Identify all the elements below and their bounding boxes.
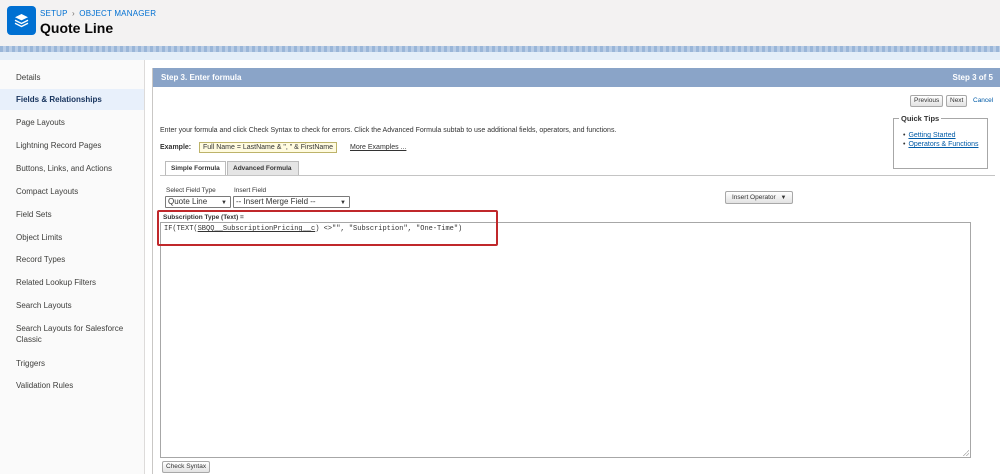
sidebar-item-record-types[interactable]: Record Types <box>0 254 144 265</box>
formula-editor-panel: Step 3. Enter formula Step 3 of 5 Previo… <box>152 68 1000 474</box>
example-value: Full Name = LastName & ", " & FirstName <box>199 142 338 153</box>
insert-operator-label: Insert Operator <box>732 194 776 201</box>
sidebar-item-buttons-links-actions[interactable]: Buttons, Links, and Actions <box>0 163 144 174</box>
sidebar-item-triggers[interactable]: Triggers <box>0 358 144 369</box>
getting-started-link[interactable]: Getting Started <box>903 132 978 139</box>
annotation-highlight-box <box>157 210 498 246</box>
tab-simple-formula[interactable]: Simple Formula <box>165 161 226 175</box>
sidebar-item-related-lookup-filters[interactable]: Related Lookup Filters <box>0 277 144 288</box>
sidebar-item-fields-relationships[interactable]: Fields & Relationships <box>0 89 144 110</box>
breadcrumb: SETUP › OBJECT MANAGER <box>40 9 156 18</box>
object-manager-sidebar: Details Fields & Relationships Page Layo… <box>0 60 145 474</box>
sidebar-item-details[interactable]: Details <box>0 72 144 83</box>
tab-advanced-formula[interactable]: Advanced Formula <box>227 161 299 175</box>
operators-functions-link[interactable]: Operators & Functions <box>903 141 978 148</box>
select-field-type-label: Select Field Type <box>166 187 216 194</box>
sidebar-item-object-limits[interactable]: Object Limits <box>0 232 144 243</box>
check-syntax-button[interactable]: Check Syntax <box>162 461 211 473</box>
step-bar: Step 3. Enter formula Step 3 of 5 <box>153 68 1000 87</box>
resize-handle[interactable] <box>963 450 969 456</box>
breadcrumb-object-manager-link[interactable]: OBJECT MANAGER <box>79 9 156 18</box>
header-band <box>0 52 1000 60</box>
breadcrumb-setup-link[interactable]: SETUP <box>40 9 68 18</box>
quick-tips-box: Quick Tips Getting Started Operators & F… <box>893 114 988 169</box>
sidebar-item-search-layouts[interactable]: Search Layouts <box>0 300 144 311</box>
insert-merge-field-value: -- Insert Merge Field -- <box>236 197 316 206</box>
step-counter: Step 3 of 5 <box>952 73 993 82</box>
instructions-text: Enter your formula and click Check Synta… <box>160 127 617 134</box>
sidebar-item-field-sets[interactable]: Field Sets <box>0 209 144 220</box>
previous-button[interactable]: Previous <box>910 95 944 107</box>
sidebar-item-page-layouts[interactable]: Page Layouts <box>0 117 144 128</box>
sidebar-item-search-layouts-classic[interactable]: Search Layouts for Salesforce Classic <box>0 323 130 345</box>
caret-down-icon: ▼ <box>780 195 787 201</box>
breadcrumb-separator: › <box>71 9 75 18</box>
insert-field-label: Insert Field <box>234 187 267 194</box>
more-examples-link[interactable]: More Examples ... <box>350 144 406 151</box>
example-label: Example: <box>160 144 192 151</box>
page-title: Quote Line <box>40 20 114 36</box>
sidebar-item-validation-rules[interactable]: Validation Rules <box>0 380 144 391</box>
tab-divider <box>160 175 995 176</box>
field-type-select[interactable]: Quote Line ▼ <box>165 196 231 208</box>
layers-icon <box>7 6 36 35</box>
insert-merge-field-select[interactable]: -- Insert Merge Field -- ▼ <box>233 196 350 208</box>
chevron-down-icon: ▼ <box>340 200 346 206</box>
setup-header: SETUP › OBJECT MANAGER Quote Line <box>0 0 1000 46</box>
insert-operator-button[interactable]: Insert Operator ▼ <box>725 191 794 204</box>
next-button[interactable]: Next <box>946 95 968 107</box>
step-title: Step 3. Enter formula <box>161 73 242 82</box>
chevron-down-icon: ▼ <box>221 200 227 206</box>
sidebar-item-compact-layouts[interactable]: Compact Layouts <box>0 186 144 197</box>
quick-tips-title: Quick Tips <box>899 114 942 123</box>
field-type-value: Quote Line <box>168 197 208 206</box>
sidebar-item-lightning-record-pages[interactable]: Lightning Record Pages <box>0 140 144 151</box>
cancel-link[interactable]: Cancel <box>973 97 993 104</box>
formula-textarea[interactable]: IF(TEXT(SBQQ__SubscriptionPricing__c) <>… <box>160 222 971 458</box>
